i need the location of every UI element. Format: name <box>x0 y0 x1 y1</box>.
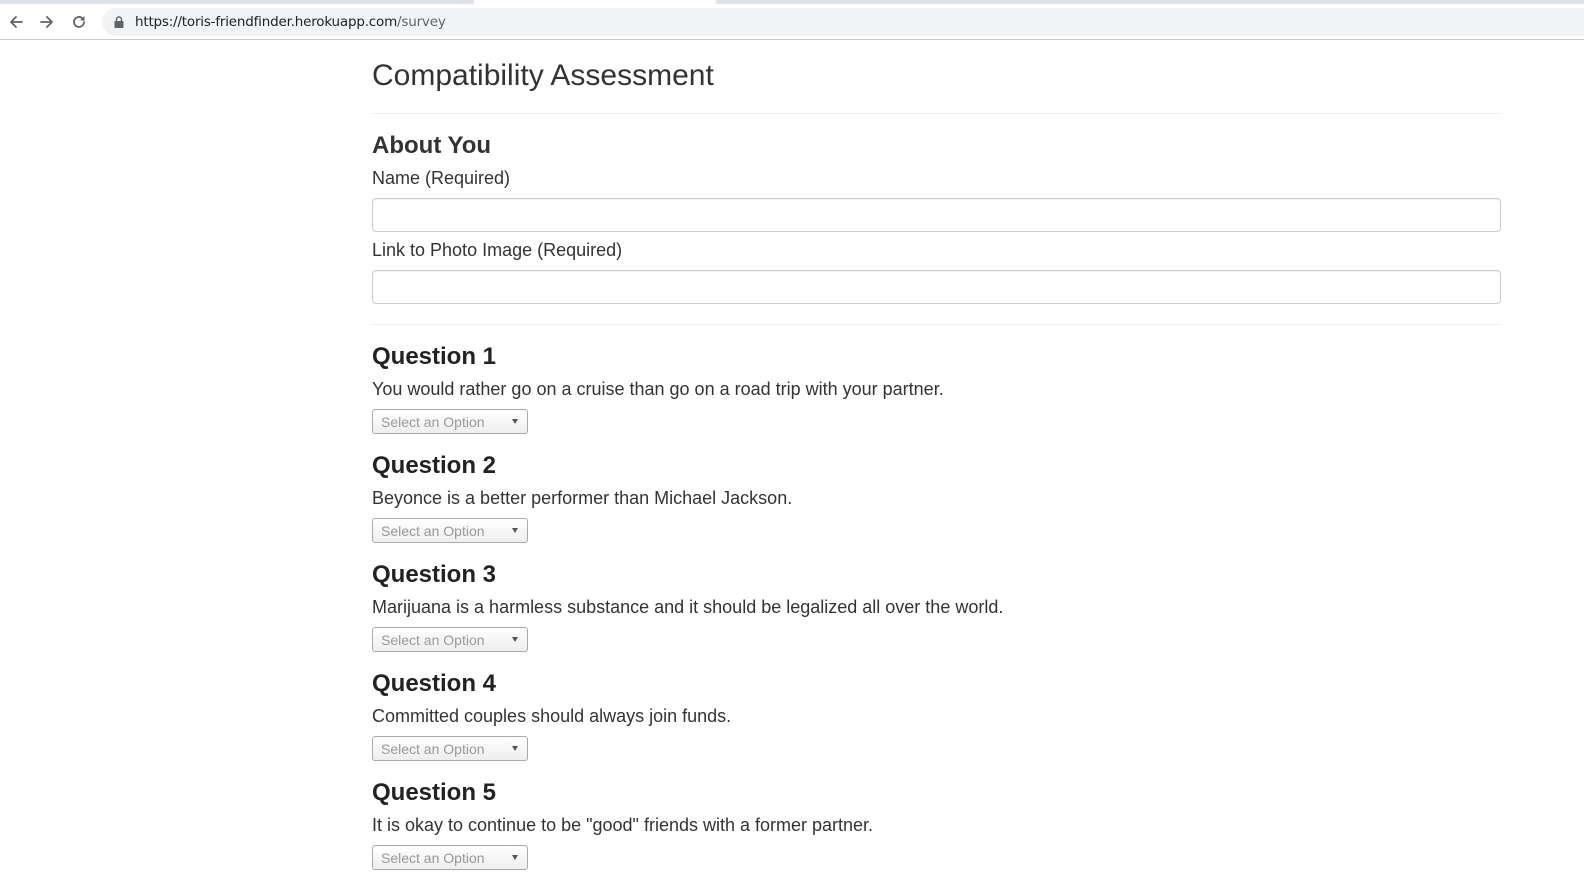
question-1-select-value: Select an Option <box>381 414 485 430</box>
browser-toolbar: https://toris-friendfinder.herokuapp.com… <box>0 4 1584 40</box>
question-2-text: Beyonce is a better performer than Micha… <box>372 488 793 508</box>
question-3-text: Marijuana is a harmless substance and it… <box>372 597 1004 617</box>
question-5-select-value: Select an Option <box>381 850 485 866</box>
page-title: Compatibility Assessment <box>372 59 714 92</box>
chevron-down-icon <box>512 746 518 751</box>
name-input[interactable] <box>372 198 1501 232</box>
question-5-text: It is okay to continue to be "good" frie… <box>372 815 874 835</box>
back-arrow-icon <box>10 16 23 28</box>
question-4-select[interactable]: Select an Option <box>372 736 528 761</box>
chevron-down-icon <box>512 855 518 860</box>
question-4-text: Committed couples should always join fun… <box>372 706 732 726</box>
section-divider <box>372 324 1501 325</box>
question-3-select[interactable]: Select an Option <box>372 627 528 652</box>
back-button[interactable] <box>4 10 28 34</box>
url-path: /survey <box>397 14 446 30</box>
address-url: https://toris-friendfinder.herokuapp.com… <box>135 14 446 30</box>
question-3-select-value: Select an Option <box>381 632 485 648</box>
question-3-title: Question 3 <box>372 561 497 588</box>
chevron-down-icon <box>512 419 518 424</box>
question-4-title: Question 4 <box>372 670 497 697</box>
photo-label: Link to Photo Image (Required) <box>372 240 623 260</box>
address-bar[interactable]: https://toris-friendfinder.herokuapp.com… <box>102 8 1584 36</box>
forward-button[interactable] <box>35 10 59 34</box>
photo-link-input[interactable] <box>372 270 1501 304</box>
about-heading: About You <box>372 132 492 159</box>
chevron-down-icon <box>512 637 518 642</box>
question-2-select[interactable]: Select an Option <box>372 518 528 543</box>
question-1-select[interactable]: Select an Option <box>372 409 528 434</box>
lock-icon <box>114 16 124 28</box>
question-2-title: Question 2 <box>372 452 497 479</box>
name-label: Name (Required) <box>372 168 511 188</box>
question-5-title: Question 5 <box>372 779 497 806</box>
reload-button[interactable] <box>67 10 91 34</box>
title-divider <box>372 113 1501 114</box>
reload-icon <box>73 16 85 28</box>
question-4-select-value: Select an Option <box>381 741 485 757</box>
question-1-text: You would rather go on a cruise than go … <box>372 379 944 399</box>
url-host: https://toris-friendfinder.herokuapp.com <box>135 14 398 30</box>
chevron-down-icon <box>512 528 518 533</box>
question-1-title: Question 1 <box>372 343 497 370</box>
forward-arrow-icon <box>40 16 53 28</box>
question-2-select-value: Select an Option <box>381 523 485 539</box>
question-5-select[interactable]: Select an Option <box>372 845 528 870</box>
